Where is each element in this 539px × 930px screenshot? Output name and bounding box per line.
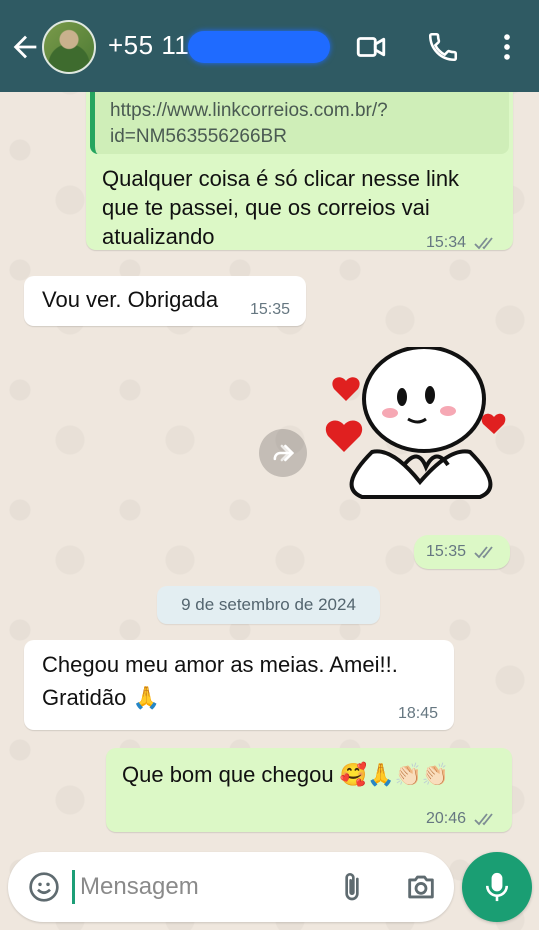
message-line: que te passei, que os correios vai <box>102 195 430 220</box>
video-call-icon[interactable] <box>354 30 388 64</box>
message-line: Qualquer coisa é só clicar nesse link <box>102 166 460 191</box>
emoji-icon[interactable] <box>28 871 60 903</box>
microphone-icon <box>485 872 509 902</box>
voice-message-button[interactable] <box>462 852 532 922</box>
message-text: Vou ver. Obrigada <box>42 287 219 312</box>
message-text: Que bom que chegou 🥰🙏👏🏻👏🏻 <box>122 762 450 787</box>
read-ticks-icon <box>474 546 493 559</box>
back-arrow-icon[interactable] <box>8 30 42 64</box>
quoted-link-text: https://www.linkcorreios.com.br/? id=NM5… <box>110 100 388 147</box>
read-ticks-icon <box>474 237 493 250</box>
more-options-icon[interactable] <box>490 30 524 64</box>
contact-avatar[interactable] <box>42 20 96 74</box>
read-ticks-icon <box>474 813 493 826</box>
message-line: Chegou meu amor as meias. Amei!!. <box>42 652 398 677</box>
date-separator: 9 de setembro de 2024 <box>157 586 380 624</box>
sticker-image[interactable] <box>322 347 514 519</box>
message-composer <box>8 852 454 922</box>
message-input[interactable] <box>78 866 312 908</box>
voice-call-icon[interactable] <box>426 30 460 64</box>
redaction-overlay <box>188 31 330 63</box>
text-caret <box>72 870 75 904</box>
forward-button[interactable] <box>259 429 307 477</box>
message-time: 15:35 <box>426 543 467 560</box>
message-time: 20:46 <box>426 810 467 827</box>
camera-icon[interactable] <box>404 870 438 904</box>
message-time: 18:45 <box>398 705 439 722</box>
message-time: 15:34 <box>426 234 467 251</box>
message-line: atualizando <box>102 224 215 249</box>
message-time: 15:35 <box>250 301 291 318</box>
chat-messages[interactable]: https://www.linkcorreios.com.br/? id=NM5… <box>0 82 539 852</box>
message-line: Gratidão 🙏 <box>42 685 160 710</box>
forward-icon <box>273 444 295 462</box>
attach-icon[interactable] <box>336 870 368 904</box>
chat-header: +55 11 9 <box>0 0 539 92</box>
